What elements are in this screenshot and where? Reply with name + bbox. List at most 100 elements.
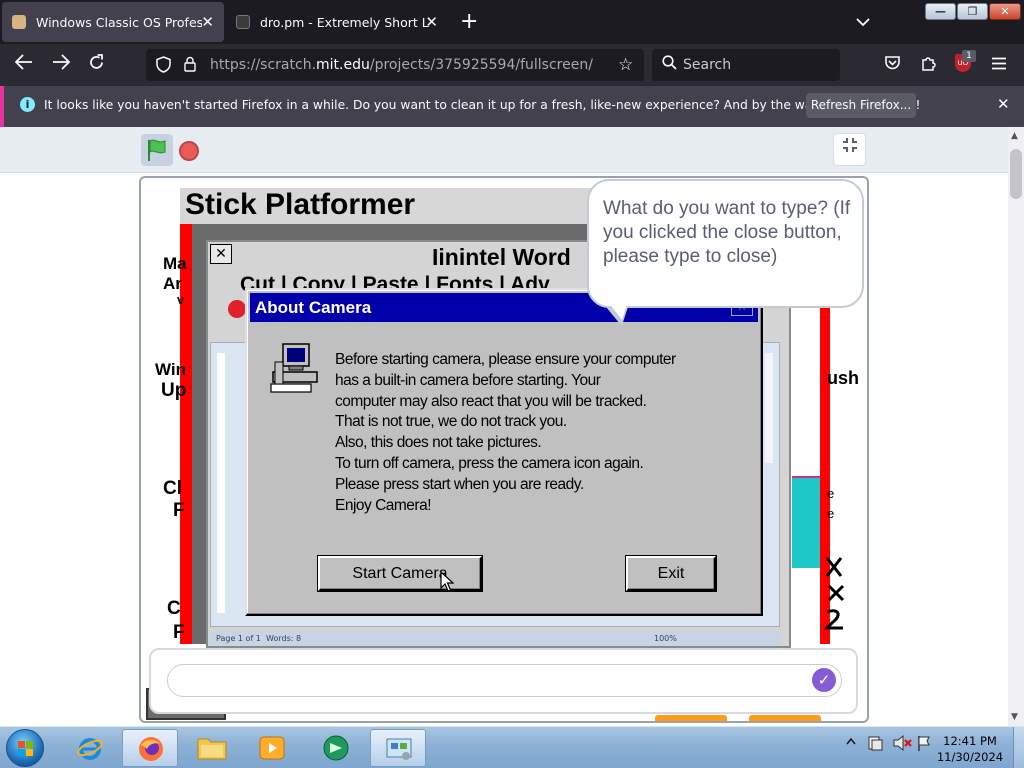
taskbar-internet-explorer[interactable] [62,729,118,767]
taskbar-windows-media-center[interactable] [308,729,364,767]
url-host: mit.edu [316,57,370,73]
maximize-button[interactable]: ❐ [957,3,988,20]
taskbar-media-player[interactable] [244,729,300,767]
url-prefix: https://scratch. [210,57,317,73]
url-text: https://scratch.mit.edu/projects/3759255… [210,57,593,73]
refresh-firefox-button[interactable]: Refresh Firefox... [806,93,916,118]
left-fragment: F [173,622,185,643]
hamburger-menu-icon[interactable] [991,55,1007,74]
left-fragment: Up [161,380,187,401]
dialog-line: Please press start when you are ready. [335,475,584,493]
firefox-icon [139,737,163,761]
windows-logo-icon [18,741,33,756]
dialog-line: To turn off camera, press the camera ico… [335,454,644,472]
address-bar[interactable]: https://scratch.mit.edu/projects/3759255… [146,49,644,81]
left-fragment: F [173,500,185,521]
left-fragment: v [177,292,185,307]
left-fragment: Ar [163,274,182,293]
dialog-message: Before starting camera, please ensure yo… [335,350,755,516]
shield-icon[interactable] [156,56,171,77]
right-fragment: e [827,506,835,521]
cyan-panel [792,476,820,568]
scroll-down-icon[interactable]: ▼ [1011,712,1018,722]
submit-check-icon[interactable]: ✓ [812,668,836,692]
start-camera-button[interactable]: Start Camera [317,555,483,592]
forward-arrow-icon[interactable] [52,54,71,75]
exit-button[interactable]: Exit [625,555,717,592]
url-path: /projects/375925594/fullscreen/ [369,57,593,73]
word-scrollbar[interactable] [765,353,773,463]
search-icon [662,55,677,74]
refresh-firefox-notification: i It looks like you haven't started Fire… [0,86,1024,127]
game-orange-button[interactable] [749,715,821,721]
dialog-line: Enjoy Camera! [335,496,432,514]
stop-sign-icon[interactable] [179,141,199,161]
taskbar-control-panel[interactable] [370,729,426,767]
word-title: Iinintel Word [432,244,571,270]
word-close-button[interactable]: ✕ [210,244,232,264]
right-fragment: ush [827,368,860,388]
word-status-bar: Page 1 of 1 Words: 8 100% [210,632,780,646]
dro-favicon-icon [236,15,250,29]
close-tab-icon[interactable]: ✕ [425,13,438,31]
about-camera-dialog: About Camera ✕ Before starting camera, p… [245,288,763,616]
tab-title: Windows Classic OS Professional [36,14,202,30]
search-placeholder: Search [683,57,732,73]
info-icon: i [20,97,35,112]
control-panel-icon [386,738,412,760]
volume-muted-icon[interactable] [892,734,912,755]
new-tab-plus-icon[interactable]: + [460,9,478,34]
extension-badge: 1 [962,50,976,62]
word-ruler [217,353,225,613]
green-flag-button[interactable] [141,134,173,166]
reload-icon[interactable] [88,54,105,76]
page-scrollbar[interactable]: ▲ ▼ [1008,127,1024,726]
taskbar-clock[interactable]: 12:41 PM 11/30/2024 [930,733,1010,765]
chevron-down-icon[interactable] [856,12,870,31]
media-center-icon [323,735,349,761]
show-hidden-icons-icon[interactable] [846,734,856,748]
game-orange-button[interactable] [655,715,727,721]
pocket-icon[interactable] [884,55,901,75]
close-icon[interactable]: ✕ [997,95,1010,113]
computer-icon [270,343,318,393]
taskbar-file-explorer[interactable] [184,729,240,767]
dialog-line: has a built-in camera before starting. Y… [335,371,601,389]
folder-icon [197,738,227,760]
word-zoom: 100% [654,634,677,643]
exit-fullscreen-icon[interactable] [833,133,866,166]
search-input[interactable]: Search [652,49,840,81]
lock-icon[interactable] [184,56,196,76]
left-fragment: Ma [163,254,187,273]
word-status-words: Words: 8 [266,634,302,643]
minimize-button[interactable]: — [925,3,956,20]
clock-time: 12:41 PM [943,734,997,748]
action-center-flag-icon[interactable] [866,734,884,755]
green-flag-icon [148,139,166,161]
answer-input[interactable] [167,664,842,697]
tab-windows-classic[interactable]: Windows Classic OS Professional ✕ [2,2,224,42]
taskbar-firefox[interactable] [122,729,178,767]
tab-title: dro.pm - Extremely Short Links [260,14,430,30]
extensions-puzzle-icon[interactable] [920,55,937,76]
close-tab-icon[interactable]: ✕ [201,13,214,31]
scrollbar-thumb[interactable] [1010,149,1022,199]
scratch-player-controls [0,127,1008,173]
bookmark-star-icon[interactable]: ☆ [618,55,633,75]
tab-dro-pm[interactable]: dro.pm - Extremely Short Links ✕ [226,2,448,42]
back-arrow-icon[interactable] [14,54,33,75]
right-fragment: e [827,486,835,501]
left-fragment: C [167,598,181,619]
left-fragment: Win [155,360,187,379]
scratch-favicon-icon [12,15,26,29]
navigation-toolbar: https://scratch.mit.edu/projects/3759255… [0,44,1024,86]
start-button[interactable] [6,729,44,767]
speech-bubble-text: What do you want to type? (If you clicke… [603,198,851,267]
dialog-line: Before starting camera, please ensure yo… [335,351,676,368]
mouse-cursor-icon [440,571,454,592]
scroll-up-icon[interactable]: ▲ [1011,131,1018,141]
show-desktop-button[interactable] [1013,727,1024,768]
left-fragment: Cl [163,478,182,499]
notification-message: It looks like you haven't started Firefo… [44,98,921,112]
close-window-button[interactable]: ✕ [989,3,1021,20]
